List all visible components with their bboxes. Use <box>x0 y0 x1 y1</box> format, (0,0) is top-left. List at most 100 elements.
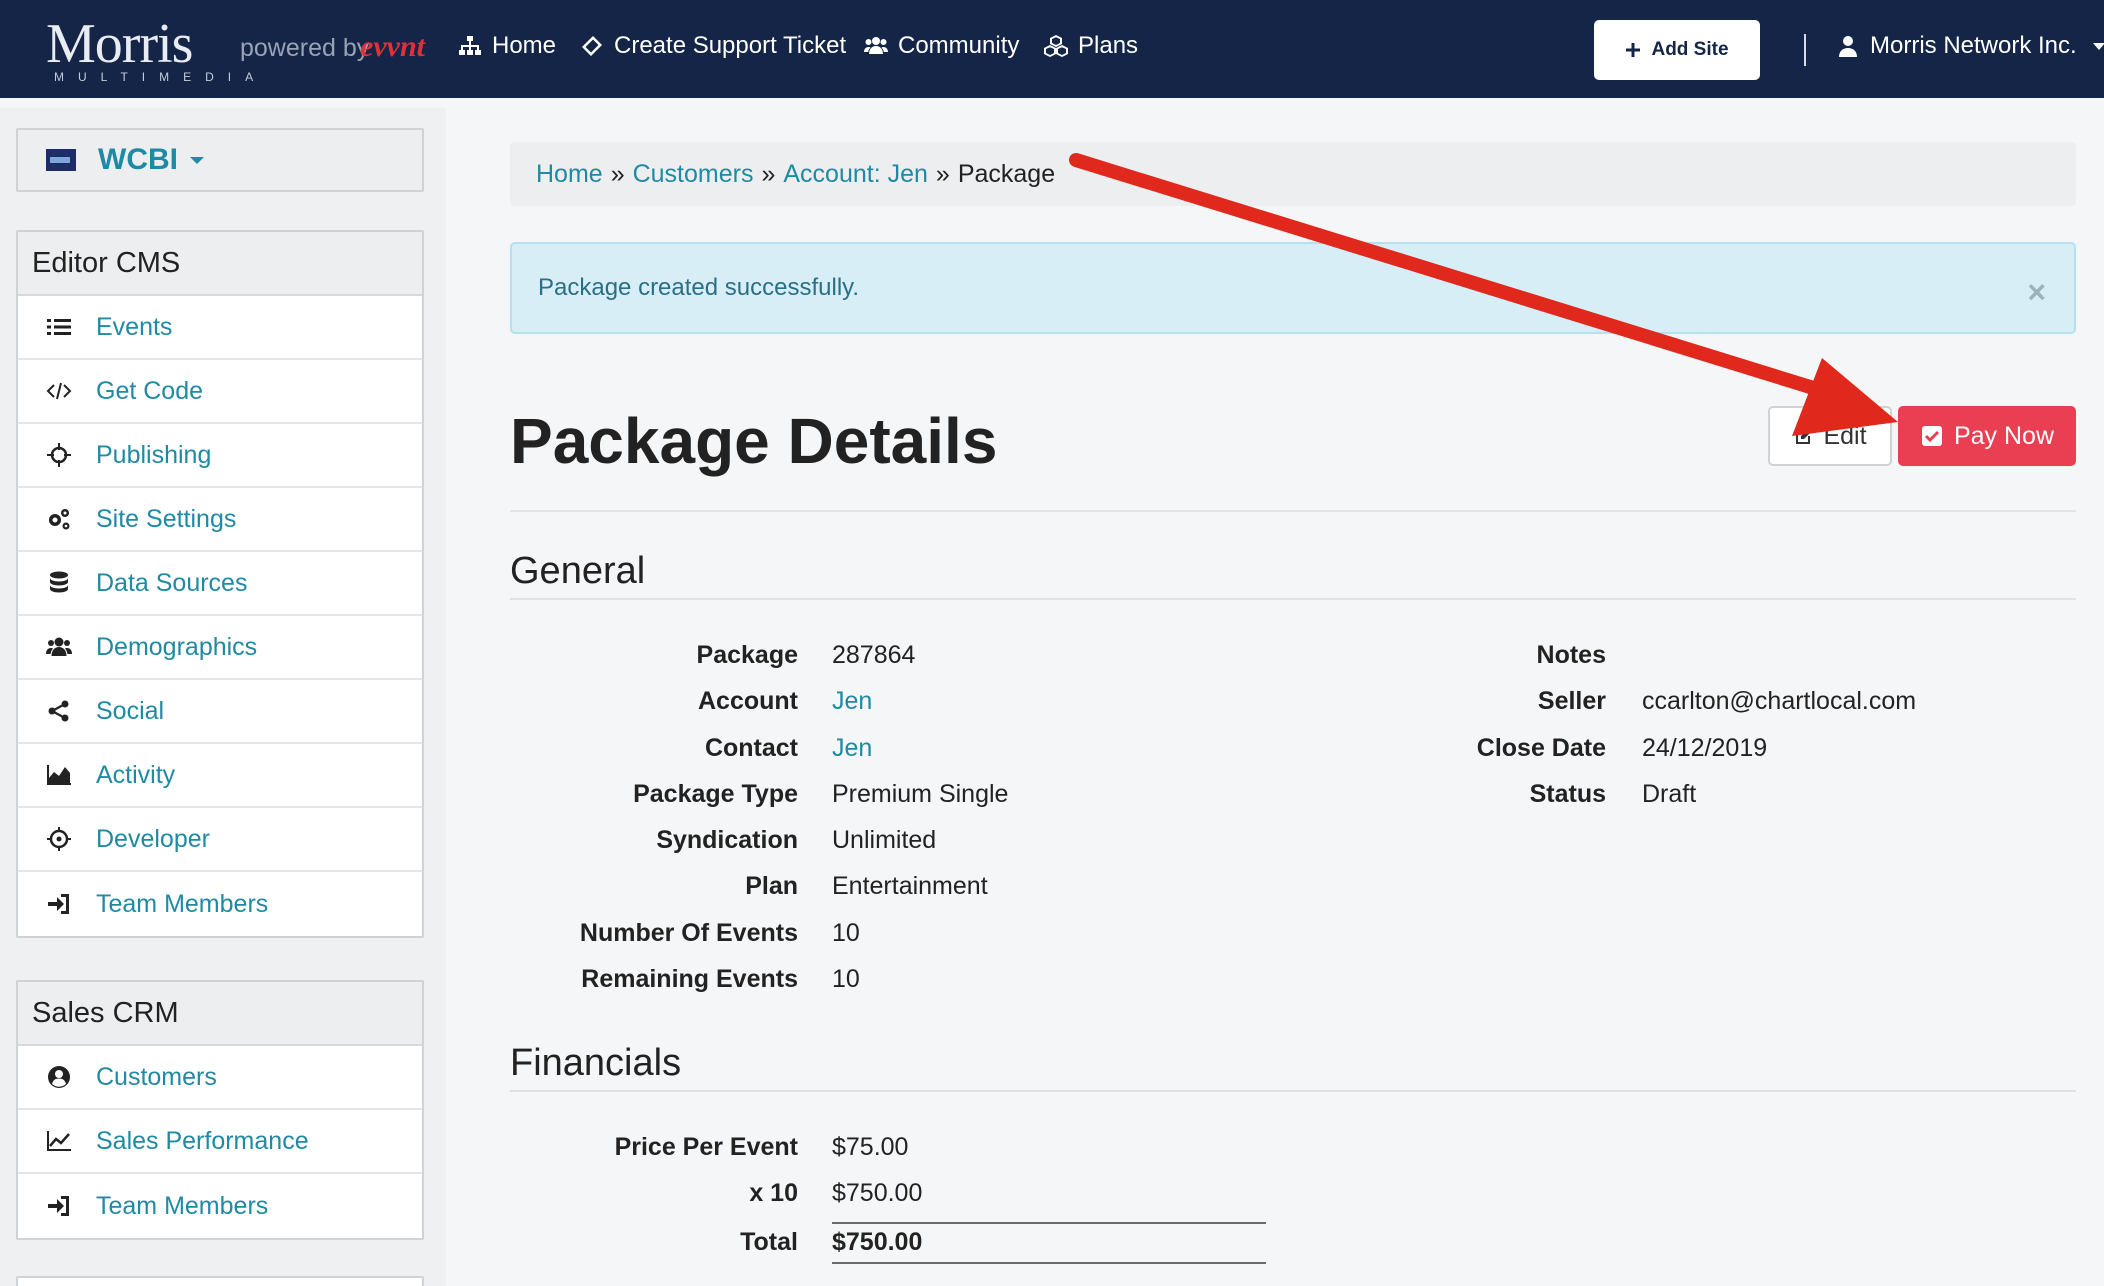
field-value-price-per-event: $75.00 <box>832 1133 909 1161</box>
title-divider <box>510 510 2076 512</box>
nav-plans[interactable]: Plans <box>1044 32 1138 60</box>
check-square-icon <box>1921 426 1942 446</box>
evvnt-logo-text: evvnt <box>360 30 425 63</box>
sidebar-item-label: Team Members <box>96 889 269 918</box>
area-chart-icon <box>47 765 71 785</box>
breadcrumb-customers-link[interactable]: Customers <box>633 160 754 189</box>
sidebar-item-site-settings[interactable]: Site Settings <box>18 488 422 552</box>
breadcrumb-separator: » <box>610 159 625 188</box>
field-value-subtotal: $750.00 <box>832 1179 923 1207</box>
cubes-icon <box>1044 35 1068 57</box>
line-chart-icon <box>47 1131 71 1151</box>
field-value-package-type: Premium Single <box>832 780 1009 808</box>
code-icon <box>46 382 72 400</box>
field-label-notes: Notes <box>1536 641 1606 669</box>
sidebar-item-team-members[interactable]: Team Members <box>18 872 422 936</box>
nav-create-support-ticket-label: Create Support Ticket <box>614 32 847 59</box>
breadcrumb-account-link[interactable]: Account: Jen <box>783 160 928 189</box>
sidebar-next-panel <box>16 1276 424 1286</box>
contact-link[interactable]: Jen <box>832 734 872 763</box>
nav-divider <box>1804 34 1806 66</box>
add-site-label: Add Site <box>1651 39 1729 60</box>
field-label-plan: Plan <box>745 872 798 900</box>
field-label-seller: Seller <box>1537 687 1606 715</box>
total-divider <box>832 1222 1266 1224</box>
nav-community[interactable]: Community <box>864 32 1019 60</box>
sidebar-item-label: Social <box>96 696 165 725</box>
sidebar-item-team-members-crm[interactable]: Team Members <box>18 1174 422 1238</box>
top-navbar: Morris MULTIMEDIA powered by evvnt Home … <box>0 0 2104 98</box>
breadcrumb-home-link[interactable]: Home <box>536 160 603 189</box>
crosshairs-icon <box>47 443 71 467</box>
field-value-number-of-events: 10 <box>832 919 860 947</box>
field-label-multiplier: x 10 <box>749 1179 798 1207</box>
page-title: Package Details <box>510 405 998 477</box>
site-logo-icon <box>46 149 76 171</box>
sidebar-item-label: Data Sources <box>96 568 248 597</box>
sidebar-item-activity[interactable]: Activity <box>18 744 422 808</box>
sidebar-item-label: Publishing <box>96 440 212 469</box>
nav-plans-label: Plans <box>1078 32 1139 59</box>
gears-icon <box>49 509 70 530</box>
breadcrumb-current: Package <box>957 159 1056 188</box>
logo-sub-text: MULTIMEDIA <box>54 70 268 84</box>
sidebar-item-publishing[interactable]: Publishing <box>18 424 422 488</box>
sign-in-icon <box>48 1196 69 1216</box>
site-switcher-dropdown[interactable]: WCBI <box>16 128 424 192</box>
field-label-contact: Contact <box>704 734 798 762</box>
field-value-syndication: Unlimited <box>832 826 937 854</box>
logo-powered-text: powered by <box>240 34 370 62</box>
sidebar-item-label: Customers <box>96 1062 217 1091</box>
share-icon <box>48 700 69 722</box>
add-site-button[interactable]: Add Site <box>1594 20 1760 80</box>
sales-crm-panel: Sales CRM Customers Sales Performance Te… <box>16 980 424 1240</box>
pay-now-label: Pay Now <box>1953 421 2055 450</box>
sidebar-item-events[interactable]: Events <box>18 296 422 360</box>
morris-logo[interactable]: Morris MULTIMEDIA powered by evvnt <box>46 14 426 84</box>
field-label-close-date: Close Date <box>1476 734 1606 762</box>
field-label-total: Total <box>740 1228 798 1256</box>
editor-cms-title: Editor CMS <box>18 232 422 296</box>
sidebar-item-label: Team Members <box>96 1191 269 1220</box>
editor-cms-panel: Editor CMS Events Get Code Publishing Si… <box>16 230 424 938</box>
sidebar-item-label: Site Settings <box>96 504 237 533</box>
users-icon <box>46 637 72 656</box>
sidebar-item-get-code[interactable]: Get Code <box>18 360 422 424</box>
edit-button-label: Edit <box>1823 421 1867 450</box>
sidebar-item-label: Get Code <box>96 376 204 405</box>
site-name: WCBI <box>98 143 178 176</box>
sidebar-item-customers[interactable]: Customers <box>18 1046 422 1110</box>
chevron-down-icon <box>189 156 204 164</box>
field-label-account: Account <box>698 687 798 715</box>
field-label-remaining-events: Remaining Events <box>581 965 798 993</box>
sidebar-item-data-sources[interactable]: Data Sources <box>18 552 422 616</box>
field-label-package: Package <box>696 641 798 669</box>
sidebar-item-sales-performance[interactable]: Sales Performance <box>18 1110 422 1174</box>
sidebar-item-demographics[interactable]: Demographics <box>18 616 422 680</box>
sign-in-icon <box>48 894 69 914</box>
chevron-down-icon <box>2092 42 2104 50</box>
alert-message: Package created successfully. <box>538 274 860 301</box>
total-underline <box>832 1262 1266 1264</box>
field-label-syndication: Syndication <box>656 826 798 854</box>
users-icon <box>864 37 888 54</box>
field-label-package-type: Package Type <box>633 780 798 808</box>
list-icon <box>47 319 71 335</box>
nav-home[interactable]: Home <box>458 32 556 60</box>
sidebar-item-developer[interactable]: Developer <box>18 808 422 872</box>
close-icon[interactable]: × <box>2027 274 2046 311</box>
breadcrumb-separator: » <box>761 159 776 188</box>
field-value-close-date: 24/12/2019 <box>1642 734 1768 762</box>
sidebar-item-social[interactable]: Social <box>18 680 422 744</box>
ticket-icon <box>582 36 602 56</box>
user-circle-icon <box>48 1066 70 1088</box>
field-label-price-per-event: Price Per Event <box>614 1133 798 1161</box>
breadcrumb: Home » Customers » Account: Jen » Packag… <box>510 142 2076 206</box>
account-link[interactable]: Jen <box>832 687 872 716</box>
nav-create-support-ticket[interactable]: Create Support Ticket <box>580 32 846 60</box>
general-section-title: General <box>510 550 646 592</box>
user-menu-dropdown[interactable]: Morris Network Inc. <box>1838 32 2104 60</box>
edit-button[interactable]: Edit <box>1768 406 1892 466</box>
field-value-plan: Entertainment <box>832 872 988 900</box>
pay-now-button[interactable]: Pay Now <box>1898 406 2076 466</box>
